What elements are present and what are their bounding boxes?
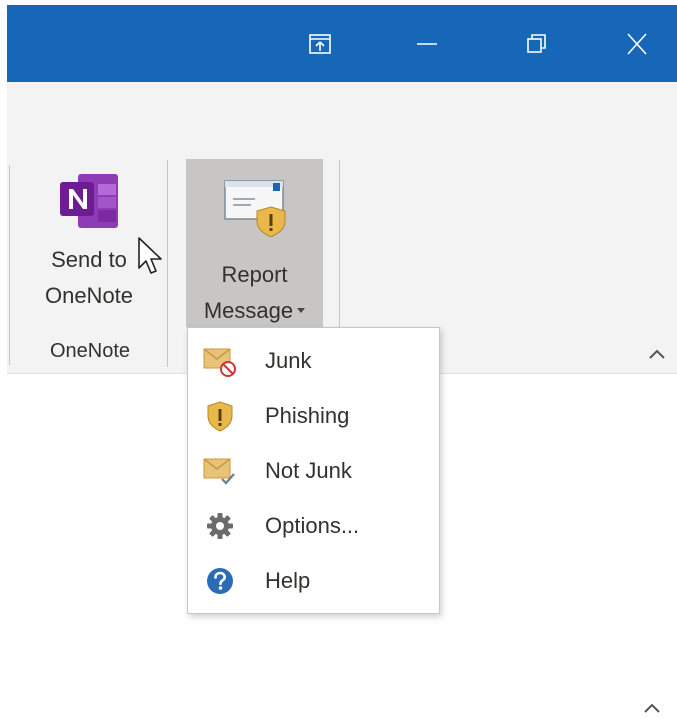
not-junk-icon (200, 451, 240, 491)
ribbon-display-options-button[interactable] (290, 5, 350, 82)
menu-item-phishing[interactable]: Phishing (188, 388, 439, 443)
chevron-up-icon[interactable] (643, 702, 661, 714)
phishing-shield-icon (200, 396, 240, 436)
restore-button[interactable] (507, 5, 567, 82)
collapse-ribbon-icon[interactable] (648, 348, 666, 360)
onenote-icon (60, 174, 118, 228)
menu-item-not-junk[interactable]: Not Junk (188, 443, 439, 498)
title-bar (7, 5, 677, 82)
menu-item-options[interactable]: Options... (188, 498, 439, 553)
options-label: Options... (265, 512, 360, 538)
report-message-icon (223, 180, 285, 237)
minimize-icon (417, 42, 437, 45)
gear-icon (200, 506, 240, 546)
menu-item-help[interactable]: Help (188, 553, 439, 608)
menu-item-junk[interactable]: Junk (188, 333, 439, 388)
report-label: Report (221, 262, 288, 287)
report-message-menu: Junk Phishing Not Junk Options... Help (187, 327, 440, 614)
junk-icon (200, 341, 240, 381)
group-separator (167, 160, 168, 367)
dropdown-caret-icon (297, 307, 306, 313)
junk-label: Junk (265, 347, 312, 373)
ribbon-display-options-icon (309, 33, 331, 54)
restore-icon (527, 33, 546, 53)
close-icon (627, 32, 647, 55)
report-message-button[interactable]: Report Message (186, 159, 323, 327)
help-icon (200, 561, 240, 601)
onenote-group-label: OneNote (49, 340, 131, 362)
onenote-label: OneNote (44, 283, 134, 308)
send-to-label: Send to (51, 247, 127, 272)
not-junk-label: Not Junk (265, 457, 352, 483)
close-button[interactable] (607, 5, 667, 82)
minimize-button[interactable] (397, 5, 457, 82)
help-label: Help (265, 567, 311, 593)
phishing-label: Phishing (265, 402, 350, 428)
group-separator (9, 165, 10, 365)
send-to-onenote-button[interactable]: Send to OneNote (26, 170, 152, 314)
mouse-cursor-icon (138, 237, 162, 274)
message-label: Message (203, 298, 294, 323)
